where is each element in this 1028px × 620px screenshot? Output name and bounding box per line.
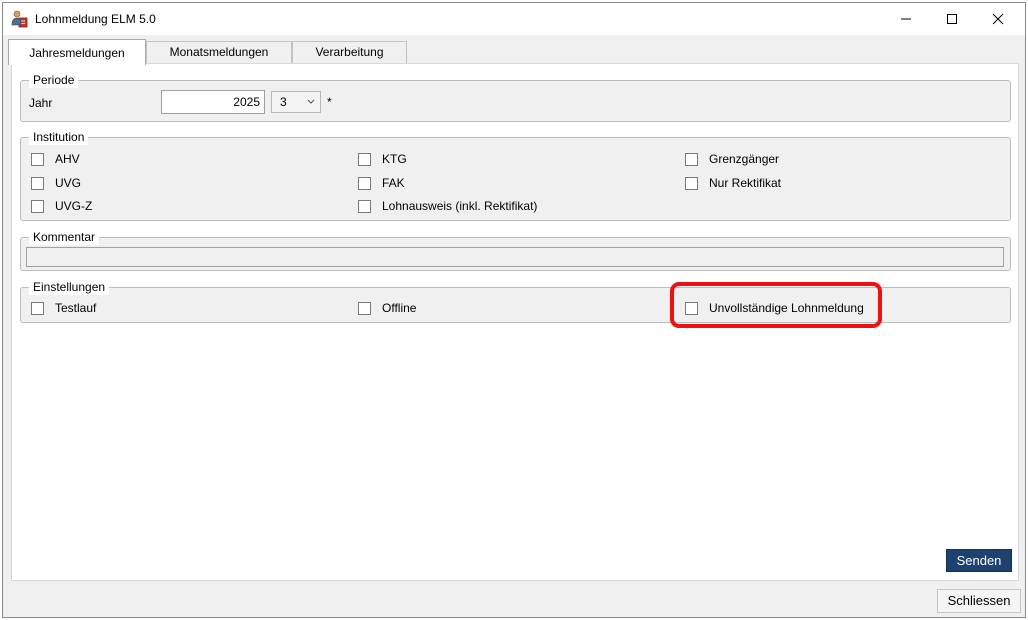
- kommentar-input[interactable]: [26, 247, 1004, 267]
- checkbox-fak[interactable]: FAK: [358, 176, 405, 190]
- checkbox-box[interactable]: [31, 176, 44, 190]
- checkbox-uvg-z[interactable]: UVG-Z: [31, 199, 92, 213]
- checkbox-label: UVG: [55, 176, 82, 190]
- checkbox-offline[interactable]: Offline: [358, 301, 416, 315]
- required-marker: *: [327, 95, 332, 109]
- highlight-annotation: [670, 282, 882, 328]
- close-icon: [992, 13, 1004, 25]
- checkbox-box[interactable]: [31, 199, 44, 213]
- checkbox-nur-rektifikat[interactable]: Nur Rektifikat: [685, 176, 781, 190]
- group-periode: Periode Jahr 2025 3 *: [20, 72, 1011, 122]
- checkbox-lohnausweis[interactable]: Lohnausweis (inkl. Rektifikat): [358, 199, 537, 213]
- checkbox-ahv[interactable]: AHV: [31, 152, 80, 166]
- maximize-icon: [947, 14, 957, 24]
- checkbox-box[interactable]: [358, 301, 371, 315]
- checkbox-grenzgaenger[interactable]: Grenzgänger: [685, 152, 779, 166]
- group-label-einstellungen: Einstellungen: [29, 279, 110, 295]
- month-select-value: 3: [280, 95, 287, 109]
- minimize-button[interactable]: [883, 3, 929, 35]
- checkbox-label: UVG-Z: [55, 199, 93, 213]
- checkbox-label: Testlauf: [55, 301, 97, 315]
- checkbox-uvg[interactable]: UVG: [31, 176, 81, 190]
- tab-monatsmeldungen[interactable]: Monatsmeldungen: [146, 41, 292, 63]
- group-label-kommentar: Kommentar: [29, 229, 100, 245]
- close-window-button[interactable]: [975, 3, 1021, 35]
- title-bar: Lohnmeldung ELM 5.0: [3, 3, 1025, 35]
- main-window: Lohnmeldung ELM 5.0 Jahresmeldungen Mona…: [2, 2, 1026, 618]
- group-label-institution: Institution: [29, 129, 89, 145]
- person-document-icon: [11, 10, 29, 28]
- group-label-periode: Periode: [29, 72, 79, 88]
- chevron-down-icon: [307, 92, 315, 118]
- send-button[interactable]: Senden: [946, 549, 1012, 572]
- checkbox-box[interactable]: [685, 152, 698, 166]
- checkbox-label: Grenzgänger: [709, 152, 780, 166]
- checkbox-label: Lohnausweis (inkl. Rektifikat): [382, 199, 538, 213]
- checkbox-box[interactable]: [31, 152, 44, 166]
- checkbox-ktg[interactable]: KTG: [358, 152, 407, 166]
- checkbox-label: FAK: [382, 176, 405, 190]
- checkbox-label: KTG: [382, 152, 407, 166]
- checkbox-box[interactable]: [358, 199, 371, 213]
- checkbox-box[interactable]: [31, 301, 44, 315]
- tab-panel-jahresmeldungen: Periode Jahr 2025 3 * Institution AHV UV…: [11, 63, 1019, 581]
- jahr-input[interactable]: 2025: [161, 90, 265, 114]
- window-title: Lohnmeldung ELM 5.0: [35, 12, 156, 26]
- checkbox-testlauf[interactable]: Testlauf: [31, 301, 96, 315]
- checkbox-box[interactable]: [685, 176, 698, 190]
- close-button[interactable]: Schliessen: [937, 589, 1021, 613]
- tab-verarbeitung[interactable]: Verarbeitung: [292, 41, 407, 63]
- maximize-button[interactable]: [929, 3, 975, 35]
- month-select[interactable]: 3: [271, 91, 321, 113]
- group-institution: Institution AHV UVG UVG-Z KTG FAK Lohnau…: [20, 129, 1011, 221]
- checkbox-label: AHV: [55, 152, 80, 166]
- checkbox-box[interactable]: [358, 176, 371, 190]
- tab-jahresmeldungen[interactable]: Jahresmeldungen: [8, 39, 146, 65]
- checkbox-box[interactable]: [358, 152, 371, 166]
- jahr-label: Jahr: [29, 96, 53, 110]
- checkbox-label: Nur Rektifikat: [709, 176, 782, 190]
- checkbox-label: Offline: [382, 301, 417, 315]
- minimize-icon: [901, 18, 911, 20]
- group-kommentar: Kommentar: [20, 229, 1011, 271]
